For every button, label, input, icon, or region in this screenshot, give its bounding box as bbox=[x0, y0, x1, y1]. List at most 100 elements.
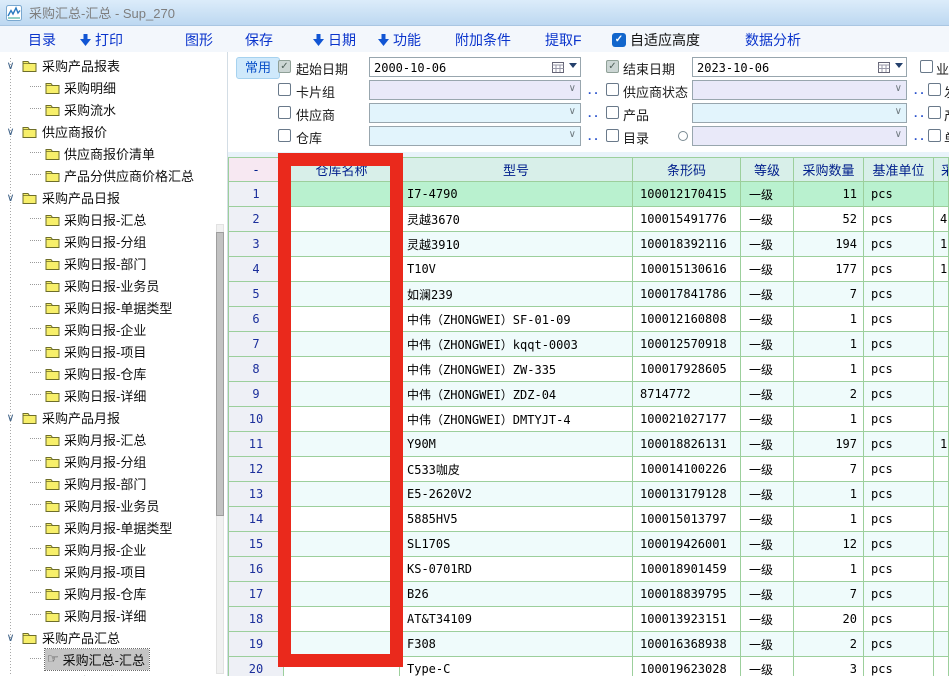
tree-item-采购日报-单据类型[interactable]: 采购日报-单据类型 bbox=[0, 296, 227, 318]
expand-arrow-icon[interactable]: ∨ bbox=[4, 631, 17, 644]
start-date-input[interactable]: 2000-10-06 bbox=[369, 57, 581, 77]
table-row-20[interactable]: 20Type-C100019623028一级3pcs bbox=[229, 657, 949, 676]
partial-checkbox-4[interactable] bbox=[928, 129, 941, 142]
browse-dots[interactable]: .. bbox=[914, 83, 927, 97]
tree-item-采购日报-详细[interactable]: 采购日报-详细 bbox=[0, 384, 227, 406]
browse-dots[interactable]: .. bbox=[914, 129, 927, 143]
browse-dots[interactable]: .. bbox=[914, 106, 927, 120]
expand-arrow-icon[interactable]: ∨ bbox=[4, 191, 17, 204]
product-combo[interactable]: ∨ bbox=[692, 103, 907, 123]
menu-item-9[interactable]: 数据分析 bbox=[745, 30, 801, 50]
browse-dots[interactable]: .. bbox=[588, 129, 601, 143]
column-header-model[interactable]: 型号 bbox=[400, 158, 633, 182]
tree-item-采购月报-部门[interactable]: 采购月报-部门 bbox=[0, 472, 227, 494]
table-row-19[interactable]: 19F308100016368938一级2pcs bbox=[229, 632, 949, 657]
tree-item-采购月报-项目[interactable]: 采购月报-项目 bbox=[0, 560, 227, 582]
tree-item-采购日报-项目[interactable]: 采购日报-项目 bbox=[0, 340, 227, 362]
tree-item-采购日报-企业[interactable]: 采购日报-企业 bbox=[0, 318, 227, 340]
column-header-unit[interactable]: 基准单位 bbox=[864, 158, 934, 182]
menu-item-6[interactable]: 附加条件 bbox=[455, 30, 511, 50]
expand-arrow-icon[interactable]: ∨ bbox=[4, 59, 17, 72]
menu-item-7[interactable]: 提取F bbox=[545, 30, 582, 50]
tree-item-采购汇总-汇总[interactable]: ☞采购汇总-汇总 bbox=[0, 648, 227, 670]
tree-item-采购日报-部门[interactable]: 采购日报-部门 bbox=[0, 252, 227, 274]
expand-arrow-icon[interactable]: ∨ bbox=[4, 125, 17, 138]
table-row-3[interactable]: 3灵越3910100018392116一级194pcs13 bbox=[229, 232, 949, 257]
table-row-16[interactable]: 16KS-0701RD100018901459一级1pcs bbox=[229, 557, 949, 582]
table-row-14[interactable]: 145885HV5100015013797一级1pcs bbox=[229, 507, 949, 532]
table-row-9[interactable]: 9中伟（ZHONGWEI）ZDZ-048714772一级2pcs bbox=[229, 382, 949, 407]
catalog-radio[interactable] bbox=[678, 131, 688, 141]
tree-item-采购产品日报[interactable]: ∨采购产品日报 bbox=[0, 186, 227, 208]
partial-checkbox-1[interactable] bbox=[920, 60, 933, 73]
tree-item-采购产品报表[interactable]: ∨采购产品报表 bbox=[0, 54, 227, 76]
menu-item-0[interactable]: 目录 bbox=[28, 30, 56, 50]
tree-item-采购产品月报[interactable]: ∨采购产品月报 bbox=[0, 406, 227, 428]
table-row-17[interactable]: 17B26100018839795一级7pcs bbox=[229, 582, 949, 607]
supplier-status-checkbox[interactable] bbox=[606, 83, 619, 96]
tree-item-采购明细[interactable]: 采购明细 bbox=[0, 76, 227, 98]
supplier-checkbox[interactable] bbox=[278, 106, 291, 119]
tree-item-采购月报-企业[interactable]: 采购月报-企业 bbox=[0, 538, 227, 560]
supplier-combo[interactable]: ∨ bbox=[369, 103, 581, 123]
tree-item-采购日报-分组[interactable]: 采购日报-分组 bbox=[0, 230, 227, 252]
column-header-barcode[interactable]: 条形码 bbox=[633, 158, 741, 182]
menu-item-5[interactable]: 功能 bbox=[378, 30, 421, 50]
tree-item-产品分供应商价格汇总[interactable]: 产品分供应商价格汇总 bbox=[0, 164, 227, 186]
table-row-7[interactable]: 7中伟（ZHONGWEI）kqqt-0003100012570918一级1pcs bbox=[229, 332, 949, 357]
column-header-grade[interactable]: 等级 bbox=[741, 158, 794, 182]
table-row-6[interactable]: 6中伟（ZHONGWEI）SF-01-09100012160808一级1pcs bbox=[229, 307, 949, 332]
browse-dots[interactable]: .. bbox=[588, 106, 601, 120]
table-row-13[interactable]: 13E5-2620V2100013179128一级1pcs bbox=[229, 482, 949, 507]
tree-item-采购月报-单据类型[interactable]: 采购月报-单据类型 bbox=[0, 516, 227, 538]
table-row-12[interactable]: 12C533咖皮100014100226一级7pcs bbox=[229, 457, 949, 482]
autofit-height-checkbox[interactable]: ✓ bbox=[612, 33, 626, 47]
start-date-checkbox[interactable]: ✓ bbox=[278, 60, 291, 73]
catalog-checkbox[interactable] bbox=[606, 129, 619, 142]
browse-dots[interactable]: .. bbox=[588, 83, 601, 97]
menu-item-4[interactable]: 日期 bbox=[313, 30, 356, 50]
tree-item-供应商报价[interactable]: ∨供应商报价 bbox=[0, 120, 227, 142]
table-row-5[interactable]: 5如澜239100017841786一级7pcs bbox=[229, 282, 949, 307]
table-row-10[interactable]: 10中伟（ZHONGWEI）DMTYJT-4100021027177一级1pcs bbox=[229, 407, 949, 432]
tree-item-采购汇总-分组[interactable]: 采购汇总-分组 bbox=[0, 670, 227, 676]
tree-item-采购日报-汇总[interactable]: 采购日报-汇总 bbox=[0, 208, 227, 230]
date-dropdown-arrow[interactable] bbox=[895, 63, 903, 68]
catalog-combo[interactable]: ∨ bbox=[692, 126, 907, 146]
tree-item-采购流水[interactable]: 采购流水 bbox=[0, 98, 227, 120]
column-header-qty[interactable]: 采购数量 bbox=[794, 158, 864, 182]
table-row-2[interactable]: 2灵越3670100015491776一级52pcs4 bbox=[229, 207, 949, 232]
table-row-1[interactable]: 1I7-4790100012170415一级11pcs bbox=[229, 182, 949, 207]
tab-common[interactable]: 常用 bbox=[236, 57, 280, 79]
column-header-warehouse[interactable]: 仓库名称 bbox=[284, 158, 400, 182]
end-date-input[interactable]: 2023-10-06 bbox=[692, 57, 907, 77]
warehouse-combo[interactable]: ∨ bbox=[369, 126, 581, 146]
tree-item-采购月报-业务员[interactable]: 采购月报-业务员 bbox=[0, 494, 227, 516]
menu-item-1[interactable]: 打印 bbox=[80, 30, 123, 50]
tree-item-采购月报-汇总[interactable]: 采购月报-汇总 bbox=[0, 428, 227, 450]
partial-checkbox-3[interactable] bbox=[928, 106, 941, 119]
tree-item-采购月报-分组[interactable]: 采购月报-分组 bbox=[0, 450, 227, 472]
product-checkbox[interactable] bbox=[606, 106, 619, 119]
expand-arrow-icon[interactable]: ∨ bbox=[4, 411, 17, 424]
warehouse-checkbox[interactable] bbox=[278, 129, 291, 142]
tree-item-采购月报-仓库[interactable]: 采购月报-仓库 bbox=[0, 582, 227, 604]
column-header-num[interactable]: - bbox=[229, 158, 284, 182]
supplier-status-combo[interactable]: ∨ bbox=[692, 80, 907, 100]
card-group-checkbox[interactable] bbox=[278, 83, 291, 96]
end-date-checkbox[interactable]: ✓ bbox=[606, 60, 619, 73]
tree-item-采购日报-业务员[interactable]: 采购日报-业务员 bbox=[0, 274, 227, 296]
tree-item-采购日报-仓库[interactable]: 采购日报-仓库 bbox=[0, 362, 227, 384]
tree-item-采购产品汇总[interactable]: ∨采购产品汇总 bbox=[0, 626, 227, 648]
column-header-extra[interactable]: 采 bbox=[934, 158, 949, 182]
tree-item-采购月报-详细[interactable]: 采购月报-详细 bbox=[0, 604, 227, 626]
calendar-icon[interactable] bbox=[552, 61, 564, 73]
table-row-11[interactable]: 11Y90M100018826131一级197pcs1 bbox=[229, 432, 949, 457]
table-row-18[interactable]: 18AT&T34109100013923151一级20pcs bbox=[229, 607, 949, 632]
partial-checkbox-2[interactable] bbox=[928, 83, 941, 96]
calendar-icon[interactable] bbox=[878, 61, 890, 73]
table-row-15[interactable]: 15SL170S100019426001一级12pcs bbox=[229, 532, 949, 557]
tree-item-供应商报价清单[interactable]: 供应商报价清单 bbox=[0, 142, 227, 164]
table-row-4[interactable]: 4T10V100015130616一级177pcs1 bbox=[229, 257, 949, 282]
date-dropdown-arrow[interactable] bbox=[569, 63, 577, 68]
